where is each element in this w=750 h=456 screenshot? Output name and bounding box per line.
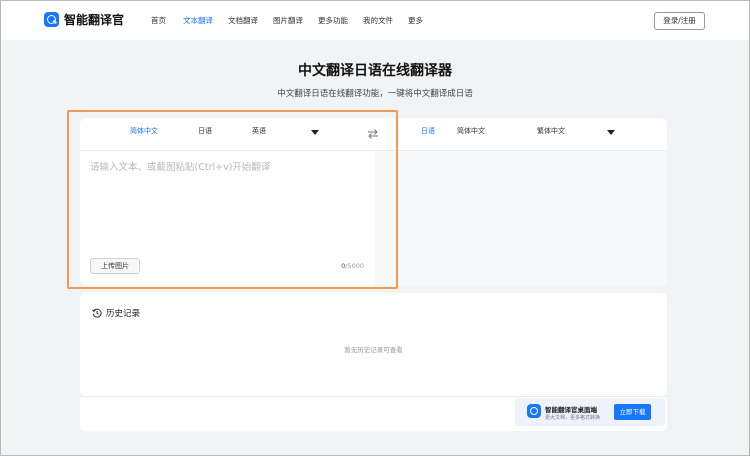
target-lang-dropdown-icon[interactable]: [607, 130, 615, 135]
swap-languages-icon[interactable]: [367, 128, 379, 140]
source-lang-simplified-chinese[interactable]: 简体中文: [130, 126, 158, 136]
target-lang-simplified-chinese[interactable]: 简体中文: [457, 126, 485, 136]
target-lang-traditional-chinese[interactable]: 繁体中文: [537, 126, 565, 136]
nav-item-home[interactable]: 首页: [151, 15, 166, 26]
translator-card: 简体中文 日语 英语 日语 简体中文 繁体中文 上传图片 0/5000: [80, 118, 667, 286]
source-lang-japanese[interactable]: 日语: [198, 126, 212, 136]
history-clock-icon: [92, 308, 102, 318]
translation-output-panel: [375, 151, 667, 286]
source-text-input[interactable]: [90, 159, 360, 249]
logo-text: 智能翻译官: [64, 13, 125, 27]
nav-item-more-features[interactable]: 更多功能: [318, 15, 348, 26]
top-navigation-bar: 智能翻译官 首页 文本翻译 文档翻译 图片翻译 更多功能 我的文件 更多 登录/…: [1, 1, 749, 40]
desktop-app-promo: 智能翻译官桌面端 更大文档，更多格式转换 立即下载: [515, 398, 665, 426]
character-limit: /5000: [345, 262, 364, 270]
download-now-button[interactable]: 立即下载: [614, 404, 651, 420]
promo-subtitle: 更大文档，更多格式转换: [545, 415, 601, 421]
character-counter: 0/5000: [341, 262, 364, 270]
history-title: 历史记录: [106, 309, 141, 319]
logo[interactable]: 智能翻译官: [44, 11, 124, 28]
source-text-panel: 上传图片 0/5000: [80, 151, 374, 281]
page-title: 中文翻译日语在线翻译器: [298, 63, 452, 79]
page-subtitle: 中文翻译日语在线翻译功能，一键将中文翻译成日语: [277, 89, 473, 99]
history-header: 历史记录: [92, 307, 140, 319]
history-panel: 历史记录 暂无历史记录可查看: [80, 293, 667, 396]
nav-item-my-files[interactable]: 我的文件: [363, 15, 393, 26]
history-empty-text: 暂无历史记录可查看: [344, 346, 403, 354]
target-lang-japanese[interactable]: 日语: [421, 126, 435, 136]
desktop-app-icon: [527, 404, 541, 418]
nav-item-text-translate[interactable]: 文本翻译: [183, 15, 213, 26]
upload-image-button[interactable]: 上传图片: [90, 258, 140, 274]
translator-logo-icon: [44, 12, 59, 27]
source-lang-dropdown-icon[interactable]: [311, 130, 319, 135]
nav-item-document-translate[interactable]: 文档翻译: [228, 15, 258, 26]
nav-item-image-translate[interactable]: 图片翻译: [273, 15, 303, 26]
nav-item-more[interactable]: 更多: [408, 15, 423, 26]
source-lang-english[interactable]: 英语: [252, 126, 266, 136]
promo-title: 智能翻译官桌面端: [545, 406, 597, 414]
login-register-button[interactable]: 登录/注册: [654, 12, 705, 30]
